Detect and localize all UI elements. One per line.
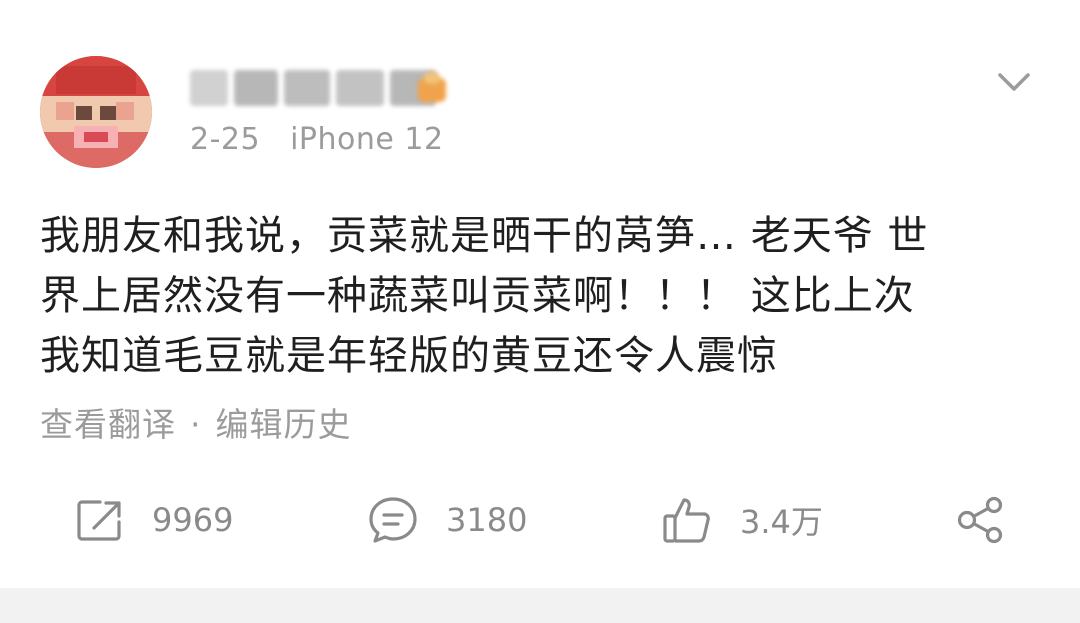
avatar-pixel <box>116 102 134 120</box>
repost-count: 9969 <box>152 501 234 539</box>
avatar-pixel <box>84 132 108 142</box>
avatar-pixel <box>100 106 116 120</box>
username-blur-block <box>284 70 330 106</box>
share-icon <box>957 496 1003 544</box>
post-content-line: 我知道毛豆就是年轻版的黄豆还令人震惊 <box>40 333 778 379</box>
separator-dot: · <box>190 405 202 444</box>
comment-button[interactable]: 3180 <box>368 488 527 552</box>
username-blur-block <box>336 70 384 106</box>
post-content: 我朋友和我说，贡菜就是晒干的莴笋… 老天爷 世 界上居然没有一种蔬菜叫贡菜啊！！… <box>40 206 1040 386</box>
action-bar: 9969 3180 3.4万 <box>0 488 1080 552</box>
username-blur-block <box>234 70 278 106</box>
avatar-pixel <box>56 66 136 94</box>
post-content-line: 我朋友和我说，贡菜就是晒干的莴笋… 老天爷 世 <box>40 213 929 259</box>
post-device: iPhone 12 <box>290 122 444 157</box>
username-blur-block <box>190 70 228 106</box>
weibo-post-card: 2-25 iPhone 12 我朋友和我说，贡菜就是晒干的莴笋… 老天爷 世 界上… <box>0 0 1080 588</box>
post-subline: 查看翻译 · 编辑历史 <box>40 398 352 446</box>
post-content-line: 界上居然没有一种蔬菜叫贡菜啊！！！ 这比上次 <box>40 273 915 319</box>
like-count: 3.4万 <box>740 503 823 541</box>
thumbs-up-icon <box>663 498 710 543</box>
share-button[interactable] <box>956 488 1006 552</box>
comment-count: 3180 <box>446 501 528 539</box>
avatar[interactable] <box>40 56 152 168</box>
avatar-pixel <box>56 102 74 120</box>
post-date: 2-25 <box>190 122 261 157</box>
post-meta: 2-25 iPhone 12 <box>190 122 444 157</box>
comment-icon <box>369 497 417 543</box>
translate-link[interactable]: 查看翻译 <box>40 405 176 444</box>
like-button[interactable]: 3.4万 <box>662 488 823 552</box>
member-badge-icon <box>412 70 452 104</box>
chevron-down-icon[interactable] <box>996 66 1032 100</box>
repost-icon <box>77 500 121 541</box>
avatar-pixel <box>76 106 92 120</box>
edit-history-link[interactable]: 编辑历史 <box>216 405 352 444</box>
repost-button[interactable]: 9969 <box>76 488 233 552</box>
bottom-divider <box>0 588 1080 623</box>
